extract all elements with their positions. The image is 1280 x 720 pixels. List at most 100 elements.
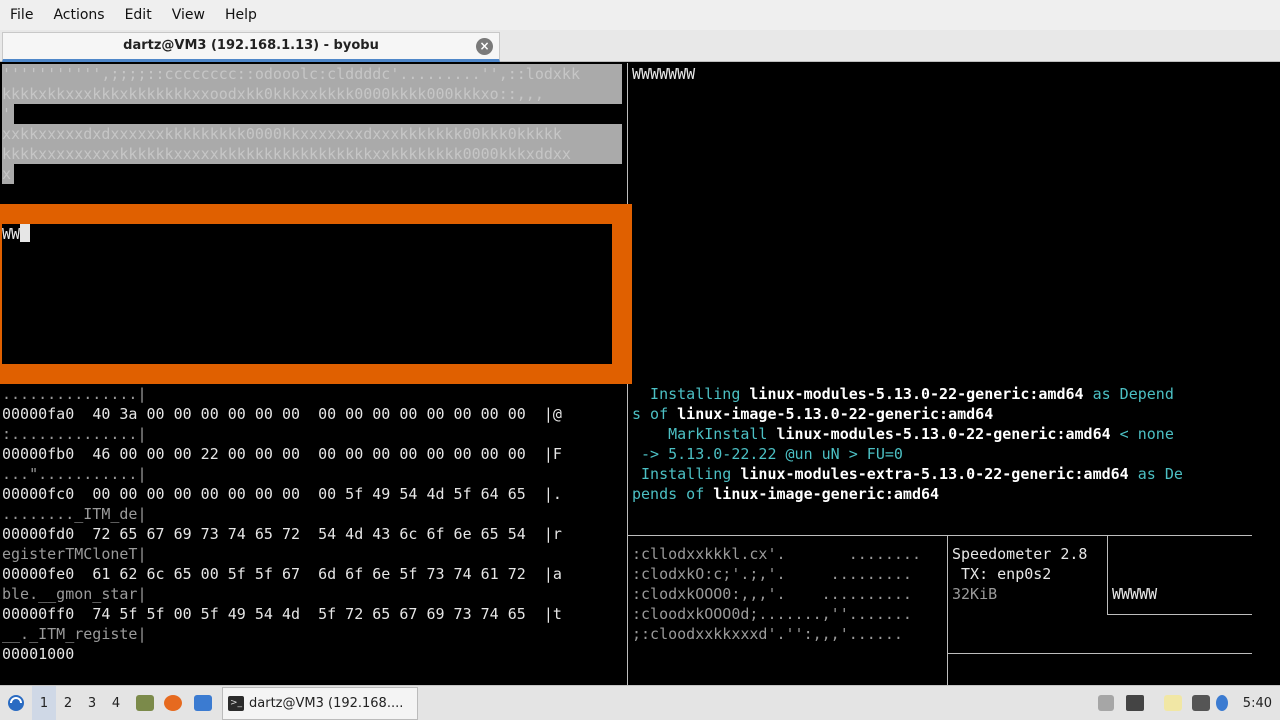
terminal-icon: >_ <box>228 696 244 711</box>
menu-edit[interactable]: Edit <box>115 0 162 30</box>
hex-ascii: |a <box>543 565 562 583</box>
tab-title: dartz@VM3 (192.168.1.13) - byobu <box>123 38 379 53</box>
menu-actions[interactable]: Actions <box>43 0 114 30</box>
apt-line: Installing linux-modules-5.13.0-22-gener… <box>632 384 1174 404</box>
hex-address: 00001000 <box>2 645 75 663</box>
hex-ascii: |F <box>543 445 562 463</box>
side-pane-text: WWWWW <box>1112 585 1158 603</box>
apt-line: s of linux-image-5.13.0-22-generic:amd64 <box>632 404 993 424</box>
hex-row: 00000ff0 74 5f 5f 00 5f 49 54 4d 5f 72 6… <box>2 604 562 624</box>
apt-package: linux-modules-extra-5.13.0-22-generic:am… <box>740 465 1129 483</box>
hex-address: 00000fc0 <box>2 485 75 503</box>
hex-row: 00000fe0 61 62 6c 65 00 5f 5f 67 6d 6f 6… <box>2 564 562 584</box>
hex-address: 00000fe0 <box>2 565 75 583</box>
hex-ascii: |r <box>543 525 562 543</box>
ascii-art-line: :clodxkO:c;'.;,'. ......... <box>632 565 912 583</box>
highlight-overlay <box>0 204 632 384</box>
firefox-icon[interactable] <box>164 695 182 711</box>
apt-text: as De <box>1128 465 1183 483</box>
hex-ascii-cont: ble.__gmon_star| <box>2 585 147 603</box>
hex-ascii-cont: ...............| <box>2 385 147 403</box>
speedometer-tx: TX: enp0s2 <box>952 565 1052 583</box>
volume-icon[interactable] <box>1126 695 1144 711</box>
ascii-art-line: :clodxkOOO0:,,,'. .......... <box>632 585 912 603</box>
prompt-text: WW <box>2 225 21 243</box>
clipboard-icon[interactable] <box>1164 695 1182 711</box>
cursor <box>20 224 31 242</box>
hex-bytes: 46 00 00 00 22 00 00 00 00 00 00 00 00 0… <box>92 445 526 463</box>
terminal-line: ' <box>2 104 14 124</box>
pane-divider-h[interactable] <box>947 653 1252 654</box>
clock: 5:40 <box>1242 696 1272 711</box>
apt-package: linux-modules-5.13.0-22-generic:amd64 <box>749 385 1084 403</box>
workspace-3[interactable]: 3 <box>80 686 104 720</box>
speedometer-title: Speedometer 2.8 <box>952 545 1088 563</box>
menu-file[interactable]: File <box>0 0 43 30</box>
desktop-icon[interactable] <box>194 695 212 711</box>
pane-divider-v[interactable] <box>1107 535 1108 615</box>
hex-ascii-cont: egisterTMCloneT| <box>2 545 147 563</box>
hex-ascii: |. <box>543 485 562 503</box>
hex-ascii: |t <box>543 605 562 623</box>
right-pane-text: WWWWWWW <box>632 65 696 83</box>
apt-package: linux-modules-5.13.0-22-generic:amd64 <box>776 425 1111 443</box>
terminal-line: kkkkxxxxxxxxxkkkkkkxxxxxkkkkkkkkkkkkkkkk… <box>2 144 622 164</box>
taskbar-terminal-window[interactable]: >_ dartz@VM3 (192.168.... <box>222 687 418 720</box>
hex-row: 00000fc0 00 00 00 00 00 00 00 00 00 5f 4… <box>2 484 562 504</box>
apt-text: < none <box>1110 425 1174 443</box>
menu-help[interactable]: Help <box>215 0 267 30</box>
workspace-1[interactable]: 1 <box>32 686 56 720</box>
hex-ascii: |@ <box>543 405 562 423</box>
tab-byobu-session[interactable]: dartz@VM3 (192.168.1.13) - byobu × <box>2 32 500 62</box>
hex-bytes: 74 5f 5f 00 5f 49 54 4d 5f 72 65 67 69 7… <box>92 605 526 623</box>
apt-line: pends of linux-image-generic:amd64 <box>632 484 939 504</box>
apt-text: Installing <box>632 465 741 483</box>
terminal-line: kkkkxkkxxxkkkxkkkkkkkxxoodxkk0kkkxxkkkk0… <box>2 84 622 104</box>
task-label: dartz@VM3 (192.168.... <box>249 696 404 711</box>
apt-text: MarkInstall <box>632 425 777 443</box>
speedometer-rate: 32KiB <box>952 585 998 603</box>
close-icon[interactable]: × <box>476 38 493 55</box>
hex-ascii-cont: :..............| <box>2 425 147 443</box>
menu-view[interactable]: View <box>162 0 215 30</box>
tab-bar: dartz@VM3 (192.168.1.13) - byobu × <box>0 30 1280 62</box>
notification-icon[interactable] <box>1216 695 1228 711</box>
terminal-line: x <box>2 164 14 184</box>
hex-ascii-cont: ..."...........| <box>2 465 147 483</box>
hex-address: 00000ff0 <box>2 605 75 623</box>
hex-bytes: 00 00 00 00 00 00 00 00 00 5f 49 54 4d 5… <box>92 485 526 503</box>
hex-address: 00000fa0 <box>2 405 75 423</box>
apt-text: s of <box>632 405 678 423</box>
file-manager-icon[interactable] <box>136 695 154 711</box>
hex-bytes: 72 65 67 69 73 74 65 72 54 4d 43 6c 6f 6… <box>92 525 526 543</box>
network-icon[interactable] <box>1192 695 1210 711</box>
pane-divider-h[interactable] <box>1107 614 1252 615</box>
apt-package: linux-image-5.13.0-22-generic:amd64 <box>677 405 994 423</box>
ascii-art-line: :cloodxkOOO0d;.......,''....... <box>632 605 912 623</box>
hex-bytes: 40 3a 00 00 00 00 00 00 00 00 00 00 00 0… <box>92 405 526 423</box>
menu-bar: File Actions Edit View Help <box>0 0 1280 30</box>
apt-line: -> 5.13.0-22.22 @un uN > FU=0 <box>632 445 903 463</box>
terminal-line: xxkkxxxxxdxdxxxxxxkkkkkkkkk0000kkxxxxxxx… <box>2 124 622 144</box>
apt-package: linux-image-generic:amd64 <box>713 485 940 503</box>
prompt-line: WW <box>2 224 31 244</box>
terminal-area[interactable]: ''''''''''',;;;;::cccccccc::odooolc:cldd… <box>0 63 1280 685</box>
apt-line: Installing linux-modules-extra-5.13.0-22… <box>632 464 1183 484</box>
start-menu-icon[interactable] <box>4 686 28 720</box>
taskbar: 1 2 3 4 >_ dartz@VM3 (192.168.... 5:40 <box>0 685 1280 720</box>
pane-divider-h[interactable] <box>628 535 1252 536</box>
apt-line: MarkInstall linux-modules-5.13.0-22-gene… <box>632 424 1174 444</box>
apt-text: pends of <box>632 485 714 503</box>
workspace-4[interactable]: 4 <box>104 686 128 720</box>
ascii-art-line: :cllodxxkkkl.cx'. ........ <box>632 545 921 563</box>
hex-row: 00000fa0 40 3a 00 00 00 00 00 00 00 00 0… <box>2 404 562 424</box>
hex-address: 00000fb0 <box>2 445 75 463</box>
terminal-line: ''''''''''',;;;;::cccccccc::odooolc:cldd… <box>2 64 622 84</box>
hex-address: 00000fd0 <box>2 525 75 543</box>
apt-text: Installing <box>632 385 750 403</box>
pane-divider-v[interactable] <box>947 535 948 685</box>
tray-up-icon[interactable] <box>1098 695 1114 711</box>
ascii-art-line: ;:cloodxxkkxxxd'.'':,,,'...... <box>632 625 903 643</box>
hex-row: 00000fd0 72 65 67 69 73 74 65 72 54 4d 4… <box>2 524 562 544</box>
workspace-2[interactable]: 2 <box>56 686 80 720</box>
